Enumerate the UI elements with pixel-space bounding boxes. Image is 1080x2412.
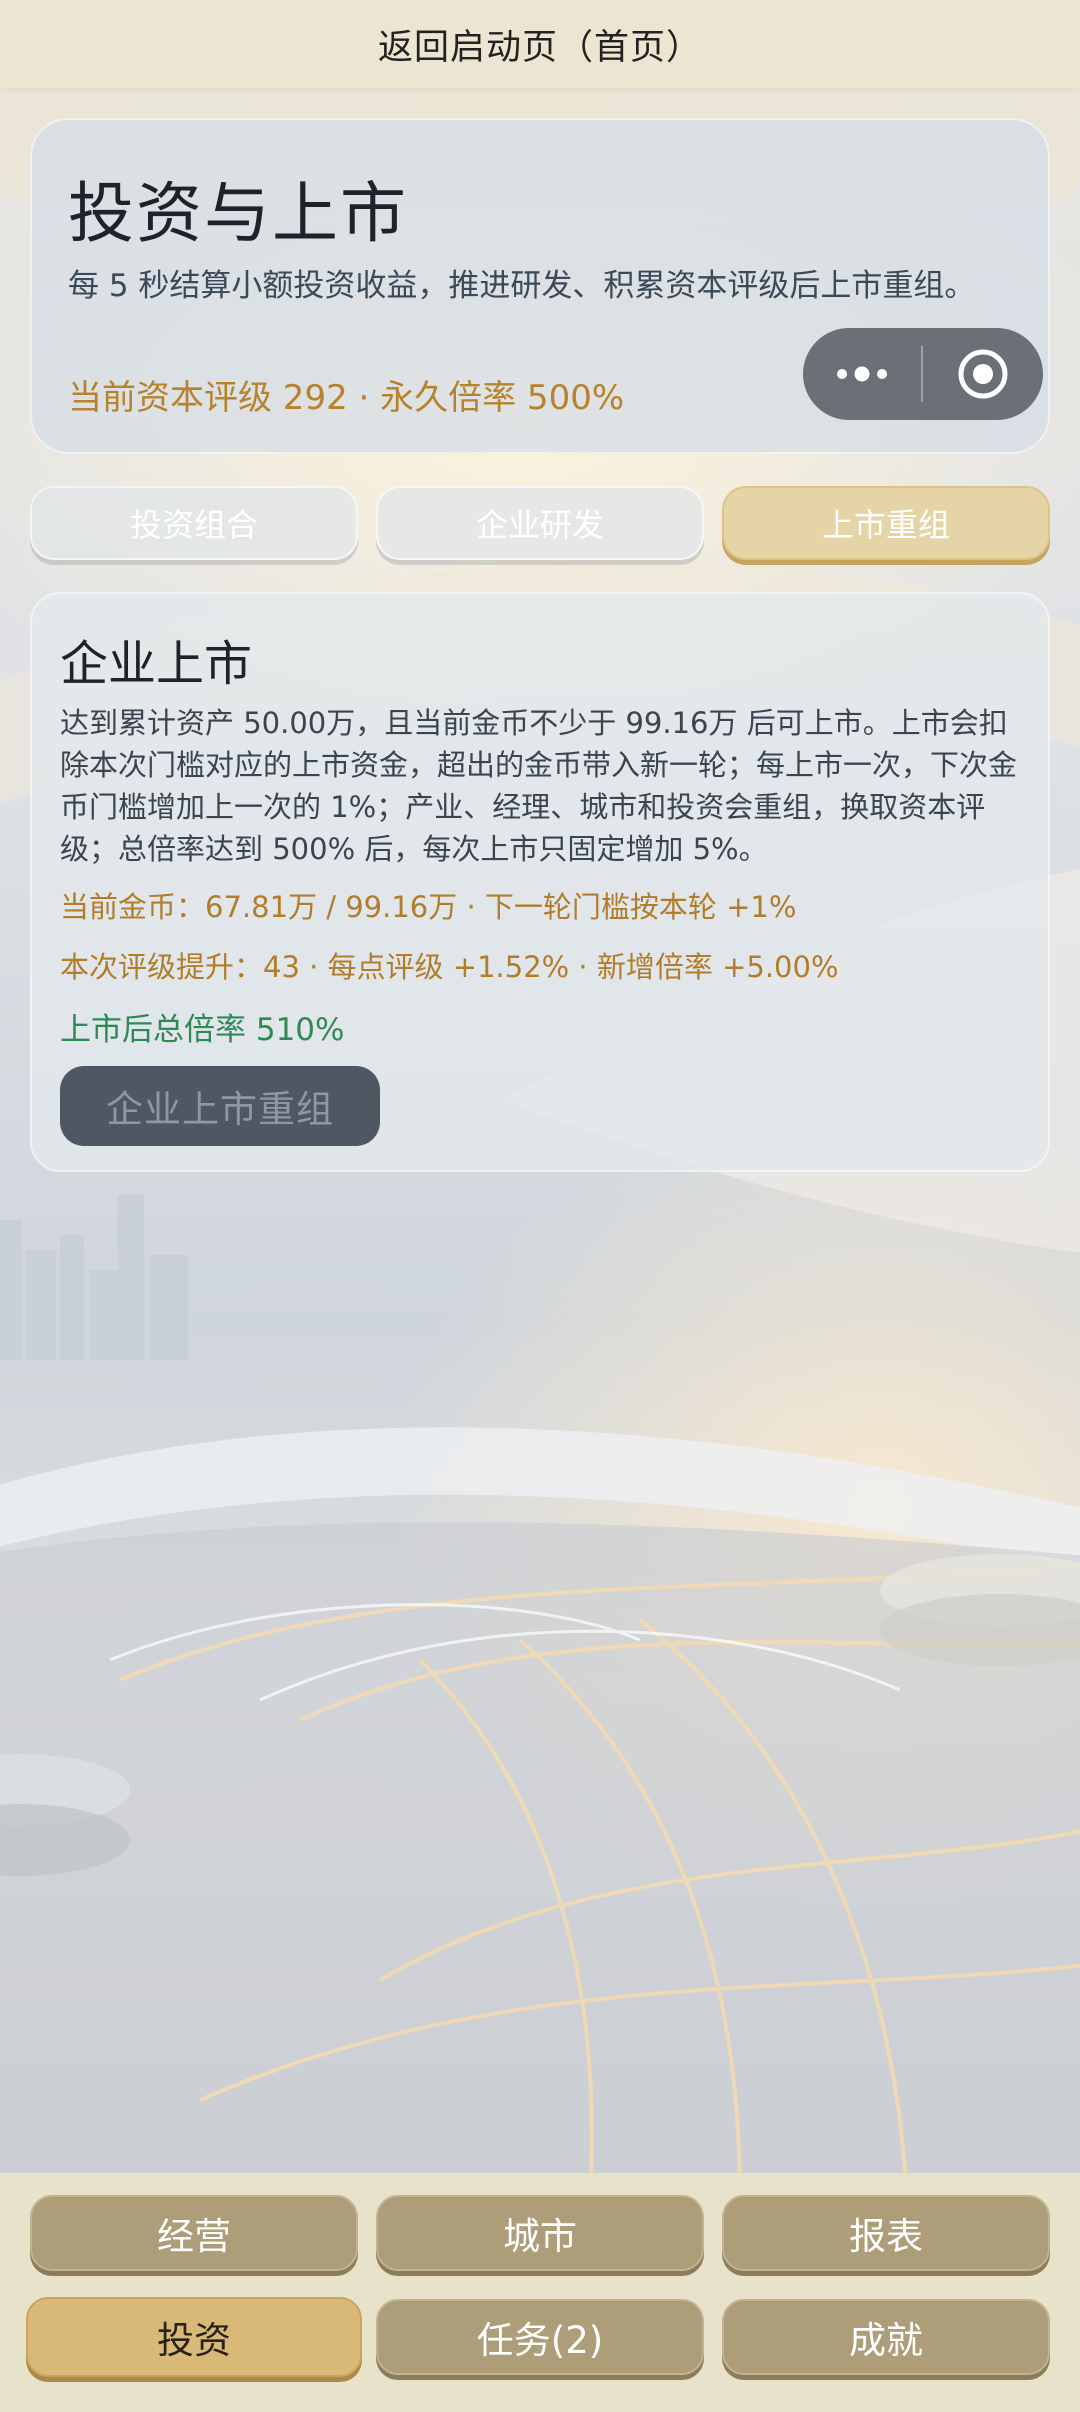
nav-achievements[interactable]: 成就	[722, 2299, 1050, 2375]
tab-listing-restructure-label: 上市重组	[821, 506, 950, 544]
nav-investment-label: 投资	[157, 2319, 231, 2362]
city-skyline	[0, 1195, 188, 1360]
nav-tasks-label: 任务(2)	[476, 2319, 604, 2362]
nav-city-label: 城市	[503, 2215, 577, 2258]
page-description: 每 5 秒结算小额投资收益，推进研发、积累资本评级后上市重组。	[68, 268, 976, 304]
page-title: 投资与上市	[68, 175, 408, 252]
ipo-restructure-button-label: 企业上市重组	[106, 1088, 334, 1131]
mini-program-capsule	[803, 328, 1043, 420]
more-dots-icon[interactable]	[803, 328, 921, 420]
tab-research[interactable]: 企业研发	[376, 486, 704, 560]
multiplier-after-listing: 上市后总倍率 510%	[60, 1012, 345, 1048]
bottom-navigation: 经营 城市 报表 投资 任务(2) 成就	[0, 2173, 1080, 2412]
listing-description: 达到累计资产 50.00万，且当前金币不少于 99.16万 后可上市。上市会扣除…	[60, 706, 1018, 866]
coins-status: 当前金币：67.81万 / 99.16万 · 下一轮门槛按本轮 +1%	[60, 890, 797, 924]
back-to-home-bar[interactable]: 返回启动页（首页）	[0, 0, 1080, 88]
tab-research-label: 企业研发	[475, 506, 604, 544]
target-circle-icon[interactable]	[923, 328, 1043, 420]
nav-reports-label: 报表	[849, 2215, 923, 2258]
ipo-restructure-button[interactable]: 企业上市重组	[60, 1066, 380, 1146]
nav-achievements-label: 成就	[849, 2319, 923, 2362]
tab-listing-restructure[interactable]: 上市重组	[722, 486, 1050, 560]
listing-title: 企业上市	[60, 636, 253, 692]
capital-rating-line: 当前资本评级 292 · 永久倍率 500%	[68, 378, 625, 418]
nav-business-label: 经营	[157, 2215, 231, 2258]
nav-city[interactable]: 城市	[376, 2195, 704, 2271]
back-to-home-label: 返回启动页（首页）	[377, 27, 702, 68]
nav-reports[interactable]: 报表	[722, 2195, 1050, 2271]
nav-business[interactable]: 经营	[30, 2195, 358, 2271]
nav-investment[interactable]: 投资	[26, 2297, 362, 2377]
nav-tasks[interactable]: 任务(2)	[376, 2299, 704, 2375]
tab-portfolio[interactable]: 投资组合	[30, 486, 358, 560]
listing-card: 企业上市 达到累计资产 50.00万，且当前金币不少于 99.16万 后可上市。…	[30, 592, 1050, 1172]
tab-portfolio-label: 投资组合	[129, 506, 258, 544]
rating-gain-status: 本次评级提升：43 · 每点评级 +1.52% · 新增倍率 +5.00%	[60, 950, 839, 984]
